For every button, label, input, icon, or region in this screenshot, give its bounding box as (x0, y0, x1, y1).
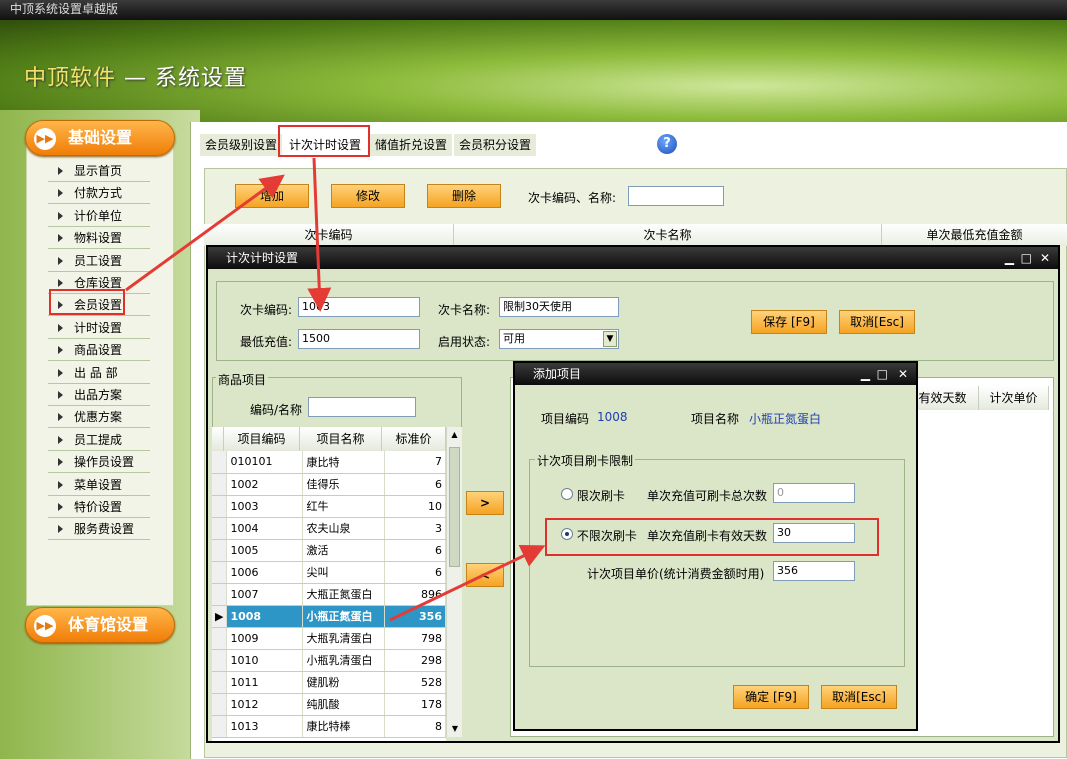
arrow-product-to-add (389, 544, 546, 622)
arrow-menu-to-tab (125, 174, 285, 292)
annotation-arrows (125, 157, 546, 622)
arrow-tab-to-dialog (307, 157, 332, 312)
